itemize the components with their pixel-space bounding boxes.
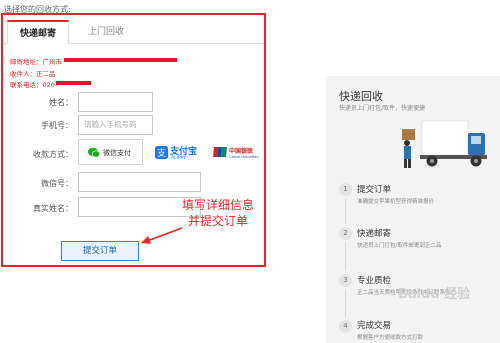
step-title: 提交订单: [357, 185, 392, 195]
step-number: 2: [339, 227, 352, 240]
step-title: 专业质检: [357, 276, 392, 286]
alipay-option[interactable]: 支 支付宝 ALIPAY: [152, 141, 207, 165]
mail-address-label: 邮寄地址：广州市: [10, 58, 62, 66]
panel-subtitle: 快递员上门打包/取件，快速便捷: [339, 105, 426, 112]
redacted-phone: [56, 81, 91, 85]
tab-home-pickup[interactable]: 上门回收: [73, 20, 139, 44]
step-number: 3: [339, 274, 352, 287]
wechat-pay-label: 微信支付: [103, 149, 131, 157]
redacted-address: [64, 58, 177, 62]
step-title: 完成交易: [357, 321, 392, 331]
submit-order-button[interactable]: 提交订单: [61, 241, 139, 261]
step-connector: [345, 198, 346, 224]
real-name-label: 真实姓名：: [33, 204, 73, 213]
tab-express-mail[interactable]: 快递邮寄: [7, 20, 69, 44]
step-number: 4: [339, 320, 352, 333]
wechat-pay-option[interactable]: 微信支付: [78, 139, 143, 165]
recipient: 收件人：正二品: [10, 70, 56, 78]
alipay-icon: 支: [155, 146, 168, 161]
annotation-arrow-icon: [141, 227, 183, 244]
payment-label: 收款方式：: [33, 150, 73, 159]
step-connector: [345, 289, 346, 317]
delivery-truck-icon: [402, 120, 487, 168]
unionpay-option[interactable]: 中国银联 China UnionPay: [213, 143, 263, 163]
mail-address: 邮寄地址：广州市: [10, 56, 62, 66]
instruction-annotation: 填写详细信息 并提交订单: [168, 197, 268, 229]
phone-label: 手机号：: [41, 121, 73, 130]
unionpay-icon: [213, 147, 227, 159]
step-title: 快递邮寄: [357, 229, 392, 239]
step-connector: [345, 242, 346, 271]
contact-phone: 联系电话：020-: [10, 81, 58, 89]
step-description: 准确提交苹果机型获得精准报价: [357, 199, 435, 205]
wechat-id-input[interactable]: [78, 172, 201, 192]
step-description: 快递员上门打包/取件邮寄到正二品: [357, 243, 442, 249]
watermark: Baidu 经验: [398, 287, 471, 302]
unionpay-sub-label: China UnionPay: [229, 154, 259, 159]
name-label: 姓名：: [49, 98, 73, 107]
wechat-icon: [88, 147, 101, 160]
name-input[interactable]: [78, 92, 153, 112]
annotation-line-1: 填写详细信息: [181, 198, 254, 212]
step-description: 根据客户方便收款方式打款: [357, 335, 424, 341]
alipay-sub-label: ALIPAY: [171, 156, 186, 161]
wechat-id-label: 微信号：: [41, 179, 73, 188]
step-number: 1: [339, 183, 352, 196]
tab-bar: 快递邮寄 上门回收: [3, 20, 264, 44]
svg-text:支: 支: [157, 147, 166, 159]
panel-title: 快递回收: [339, 90, 383, 103]
phone-input[interactable]: 请输入手机号码: [78, 115, 153, 135]
